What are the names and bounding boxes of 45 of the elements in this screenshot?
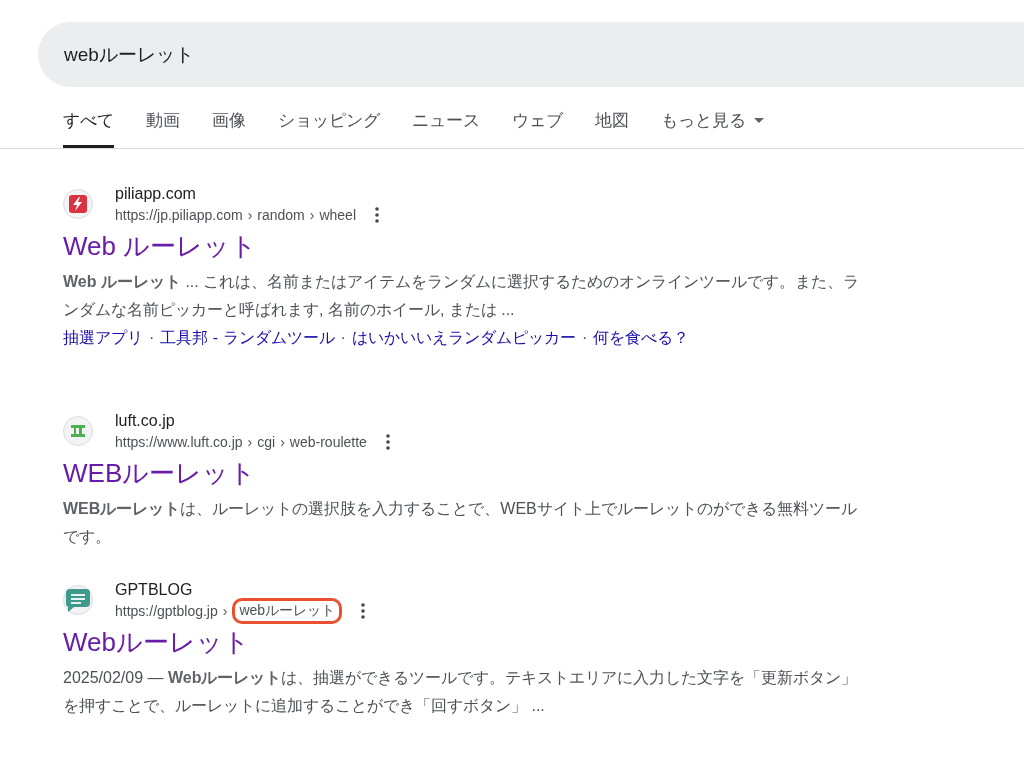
url-breadcrumb: wheel (319, 207, 357, 223)
result-snippet: Web ルーレット ... これは、名前またはアイテムをランダムに選択するためのオンラインツールです。また、ランダムな名前ピッカーと呼ばれます, 名前のホイール, または ... (63, 272, 861, 320)
more-options-icon[interactable] (375, 207, 380, 223)
search-tab[interactable]: ウェブ (512, 99, 563, 148)
search-tab[interactable]: 動画 (146, 99, 180, 148)
breadcrumb-separator: › (309, 207, 315, 223)
breadcrumb-separator: › (280, 434, 285, 450)
sitelink-separator: · (340, 328, 346, 348)
site-name: piliapp.com (115, 185, 197, 203)
sitelink[interactable]: 抽選アプリ (63, 324, 143, 352)
sitelink-separator: · (581, 328, 588, 348)
breadcrumb-separator: › (247, 207, 253, 223)
bracket-icon (63, 416, 93, 446)
result-snippet: 2025/02/09 — Webルーレットは、抽選ができるツールです。テキストエリアに入力した文字を「更新ボタン」を押すことで、ルーレットに追加することができ「回すボタン」 ... (63, 668, 859, 716)
url-breadcrumb: random (257, 207, 305, 223)
result-title-link[interactable]: Web ルーレット (63, 229, 1024, 264)
url-breadcrumb: web-roulette (289, 434, 367, 450)
search-tab[interactable]: すべて (63, 99, 114, 148)
result-title-link[interactable]: WEBルーレット (63, 456, 1024, 491)
sitelink[interactable]: 工具邦 - ランダムツール (160, 324, 335, 352)
more-options-icon[interactable] (361, 603, 366, 619)
search-tab[interactable]: 地図 (595, 99, 629, 148)
result-title-link[interactable]: Webルーレット (63, 625, 1024, 660)
search-tab[interactable]: ニュース (412, 99, 480, 148)
site-name: luft.co.jp (115, 412, 176, 430)
search-tab[interactable]: ショッピング (278, 99, 380, 148)
chat-bubble-icon (63, 585, 93, 615)
search-query: webルーレット (64, 42, 194, 67)
more-options-icon[interactable] (385, 434, 390, 450)
url-breadcrumb: https://gptblog.jp (115, 603, 218, 619)
result-snippet: WEBルーレットは、ルーレットの選択肢を入力することで、WEBサイト上でルーレットのができる無料ツールです。 (63, 499, 858, 547)
sitelink-separator: · (149, 328, 155, 348)
url-breadcrumb: webルーレット (232, 598, 343, 624)
site-name: GPTBLOG (115, 581, 194, 599)
sitelink[interactable]: はいかいいえランダムピッカー (351, 324, 576, 352)
search-field[interactable]: webルーレット (38, 22, 1024, 87)
breadcrumb-separator: › (222, 603, 228, 619)
search-tab[interactable]: 画像 (212, 99, 246, 148)
sitelink[interactable]: 何を食べる？ (593, 324, 690, 352)
breadcrumb-separator: › (247, 434, 253, 450)
url-breadcrumb: https://www.luft.co.jp (115, 434, 243, 450)
url-breadcrumb: cgi (257, 434, 276, 450)
url-breadcrumb: https://jp.piliapp.com (115, 207, 243, 223)
search-tab[interactable]: もっと見る (661, 99, 764, 148)
lightning-icon (63, 189, 93, 219)
